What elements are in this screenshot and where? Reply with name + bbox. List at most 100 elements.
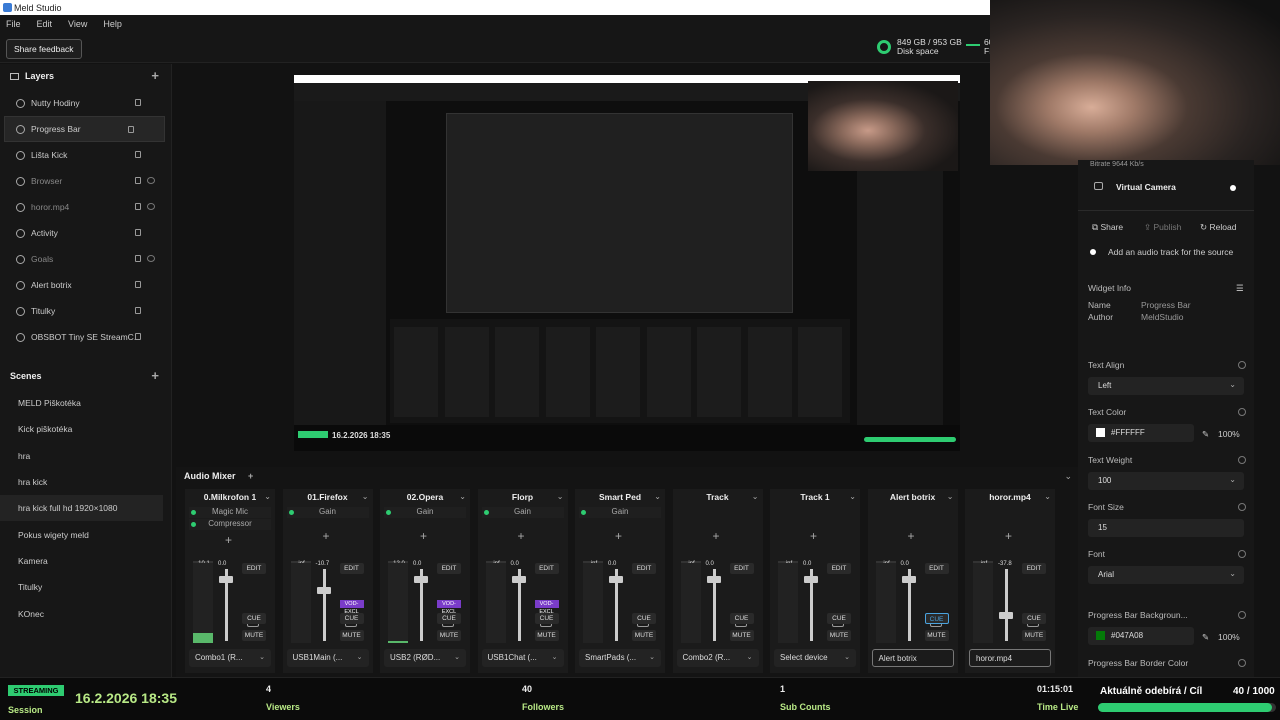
strip-name[interactable]: Track 1 [770, 492, 860, 502]
text-color-input[interactable]: #FFFFFF [1088, 424, 1194, 442]
progress-bar-background-opacity[interactable]: 100% [1218, 632, 1240, 642]
volume-fader-handle[interactable] [804, 576, 818, 583]
add-effect-icon[interactable]: + [518, 529, 525, 543]
mute-button[interactable]: MUTE [632, 630, 656, 641]
effect-enabled-dot[interactable] [191, 510, 196, 515]
scene-item[interactable]: hra kick full hd 1920×1080 [0, 495, 163, 522]
device-select[interactable]: USB2 (RØD... ⌄ [384, 649, 466, 667]
scene-item[interactable]: Titulky [0, 574, 171, 600]
scene-item[interactable]: hra [0, 443, 171, 469]
layer-item[interactable]: Progress Bar [4, 116, 165, 142]
lock-icon[interactable] [135, 99, 141, 106]
device-select[interactable]: Combo2 (R... ⌄ [676, 649, 759, 667]
effect-item[interactable]: Magic Mic [189, 507, 271, 518]
edit-button[interactable]: EDIT [339, 563, 364, 574]
progress-bar-background-reset-icon[interactable] [1238, 611, 1246, 619]
chevron-down-icon[interactable]: ⌄ [947, 492, 954, 501]
edit-button[interactable]: EDIT [632, 563, 656, 574]
audio-track-dot[interactable] [1090, 249, 1096, 255]
mute-button[interactable]: MUTE [339, 630, 364, 641]
add-effect-icon[interactable]: + [225, 533, 232, 547]
strip-name[interactable]: Track [673, 492, 763, 502]
add-effect-icon[interactable]: + [615, 529, 622, 543]
effect-item[interactable]: Compressor [189, 519, 271, 530]
add-scene-icon[interactable]: + [151, 368, 159, 383]
scene-item[interactable]: Kamera [0, 548, 171, 574]
layer-item[interactable]: Nutty Hodiny [0, 90, 171, 116]
volume-fader-handle[interactable] [414, 576, 428, 583]
device-select[interactable]: Select device ⌄ [774, 649, 856, 667]
share-feedback-button[interactable]: Share feedback [6, 39, 82, 59]
mute-button[interactable]: MUTE [534, 630, 559, 641]
stage-preview[interactable]: 16.2.2026 18:35 [294, 75, 960, 451]
cue-button[interactable]: CUE [729, 613, 754, 624]
effect-enabled-dot[interactable] [288, 510, 294, 515]
volume-fader-handle[interactable] [511, 576, 526, 583]
add-effect-icon[interactable]: + [323, 529, 330, 543]
scene-item[interactable]: hra kick [0, 469, 171, 495]
device-select[interactable]: USB1Chat (... ⌄ [481, 649, 564, 667]
effect-enabled-dot[interactable] [581, 510, 586, 515]
mute-button[interactable]: MUTE [729, 630, 754, 641]
cue-button[interactable]: CUE [437, 613, 461, 624]
lock-icon[interactable] [135, 203, 141, 210]
reload-button[interactable]: ↻ Reload [1200, 222, 1236, 233]
widget-menu-icon[interactable]: ☰ [1236, 283, 1244, 294]
menu-view[interactable]: View [68, 19, 87, 29]
hidden-eye-icon[interactable] [147, 203, 155, 210]
publish-button[interactable]: ⇪ Publish [1144, 222, 1181, 233]
lock-icon[interactable] [135, 177, 141, 184]
add-effect-icon[interactable]: + [908, 529, 915, 543]
cue-button[interactable]: CUE [1022, 613, 1046, 624]
layer-item[interactable]: Browser [0, 168, 171, 194]
add-track-icon[interactable]: + [248, 471, 253, 481]
font-size-input[interactable]: 15 [1088, 519, 1244, 537]
text-align-reset-icon[interactable] [1238, 361, 1246, 369]
volume-fader-handle[interactable] [316, 587, 331, 594]
lock-icon[interactable] [135, 151, 141, 158]
edit-button[interactable]: EDIT [729, 563, 754, 574]
cue-button[interactable]: CUE [632, 613, 656, 624]
cue-button[interactable]: CUE [827, 613, 851, 624]
volume-fader-handle[interactable] [219, 576, 233, 583]
chevron-down-icon[interactable]: ⌄ [362, 492, 369, 501]
text-color-opacity[interactable]: 100% [1218, 429, 1240, 439]
chevron-down-icon[interactable]: ⌄ [752, 492, 759, 501]
edit-button[interactable]: EDIT [534, 563, 559, 574]
mute-button[interactable]: MUTE [827, 630, 851, 641]
virtual-camera-status-dot[interactable] [1230, 185, 1236, 191]
chevron-down-icon[interactable]: ⌄ [849, 492, 856, 501]
edit-button[interactable]: EDIT [924, 563, 949, 574]
strip-name[interactable]: Alert botrix [868, 492, 958, 502]
effect-item[interactable]: Gain [481, 507, 564, 518]
device-select[interactable]: Alert botrix [871, 649, 954, 667]
effect-item[interactable]: Gain [286, 507, 369, 518]
lock-icon[interactable] [135, 307, 141, 314]
device-select[interactable]: SmartPads (... ⌄ [579, 649, 661, 667]
progress-bar-background-input[interactable]: #047A08 [1088, 627, 1194, 645]
add-audio-track-label[interactable]: Add an audio track for the source [1108, 247, 1233, 257]
scene-item[interactable]: MELD Piškotéka [0, 390, 171, 416]
cue-button[interactable]: CUE [339, 613, 364, 624]
effect-enabled-dot[interactable] [386, 510, 391, 515]
effect-item[interactable]: Gain [384, 507, 466, 518]
add-effect-icon[interactable]: + [713, 529, 720, 543]
vod-excl-badge[interactable]: VOD-EXCL [339, 600, 364, 615]
effect-enabled-dot[interactable] [483, 510, 489, 515]
device-select[interactable]: Combo1 (R... ⌄ [189, 649, 271, 667]
strip-name[interactable]: 0.Milkrofon 1 [185, 492, 275, 502]
layer-item[interactable]: Titulky [0, 298, 171, 324]
chevron-down-icon[interactable]: ⌄ [557, 492, 564, 501]
edit-button[interactable]: EDIT [242, 563, 266, 574]
add-layer-icon[interactable]: + [151, 68, 159, 83]
collapse-mixer-icon[interactable]: ⌄ [1064, 471, 1072, 482]
hidden-eye-icon[interactable] [147, 177, 155, 184]
lock-icon[interactable] [135, 229, 141, 236]
edit-button[interactable]: EDIT [827, 563, 851, 574]
cue-button[interactable]: CUE [924, 613, 949, 624]
add-effect-icon[interactable]: + [1005, 529, 1012, 543]
chevron-down-icon[interactable]: ⌄ [459, 492, 466, 501]
text-color-reset-icon[interactable] [1238, 408, 1246, 416]
text-align-select[interactable]: Left ⌄ [1088, 377, 1244, 395]
chevron-down-icon[interactable]: ⌄ [654, 492, 661, 501]
